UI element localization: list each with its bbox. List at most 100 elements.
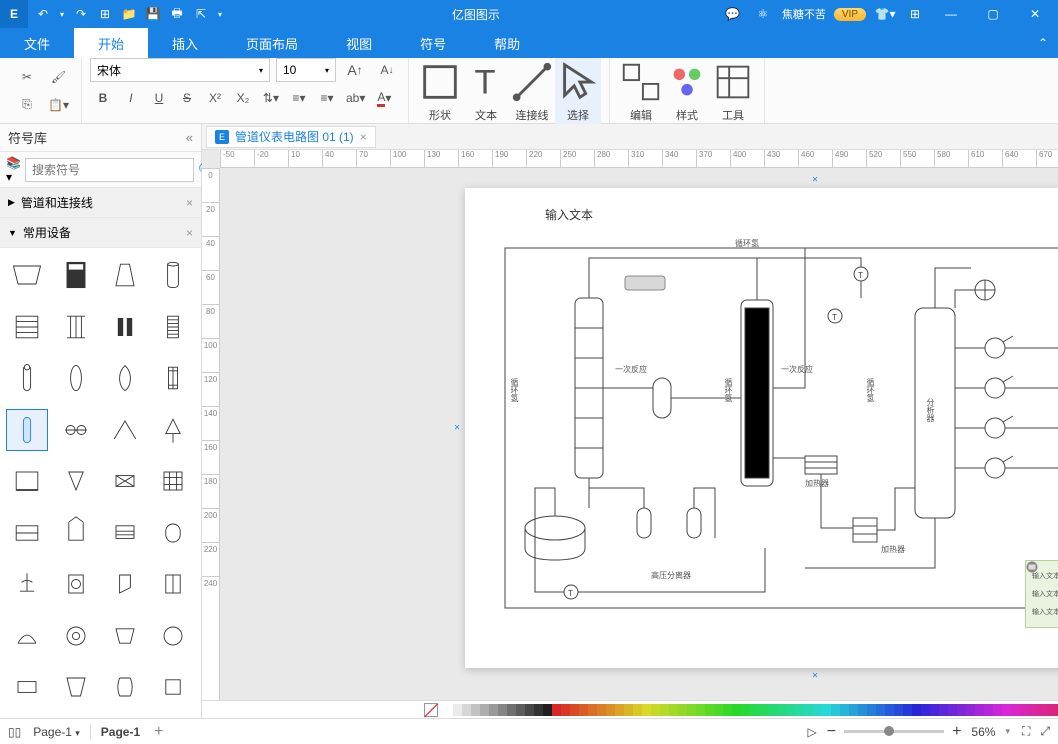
color-swatch[interactable] bbox=[453, 704, 462, 716]
decrease-font-button[interactable]: A↓ bbox=[374, 58, 400, 82]
color-swatch[interactable] bbox=[471, 704, 480, 716]
symbol-item[interactable] bbox=[55, 512, 97, 554]
tab-symbol[interactable]: 符号 bbox=[396, 28, 470, 58]
color-swatch[interactable] bbox=[570, 704, 579, 716]
symbol-item[interactable] bbox=[6, 357, 48, 399]
undo-button[interactable]: ↶ bbox=[32, 3, 54, 25]
symbol-item[interactable] bbox=[152, 666, 194, 708]
color-swatch[interactable] bbox=[1011, 704, 1020, 716]
color-swatch[interactable] bbox=[579, 704, 588, 716]
close-category-icon[interactable]: × bbox=[186, 196, 193, 210]
color-swatch[interactable] bbox=[768, 704, 777, 716]
color-swatch[interactable] bbox=[939, 704, 948, 716]
color-swatch[interactable] bbox=[849, 704, 858, 716]
font-family-select[interactable]: 宋体▾ bbox=[90, 58, 270, 82]
tab-view[interactable]: 视图 bbox=[322, 28, 396, 58]
symbol-item[interactable] bbox=[104, 460, 146, 502]
tab-page-layout[interactable]: 页面布局 bbox=[222, 28, 322, 58]
color-swatch[interactable] bbox=[894, 704, 903, 716]
color-swatch[interactable] bbox=[822, 704, 831, 716]
color-swatch[interactable] bbox=[813, 704, 822, 716]
print-button[interactable]: 🖶 bbox=[166, 3, 188, 25]
close-tab-icon[interactable]: × bbox=[360, 130, 367, 144]
symbol-item[interactable] bbox=[152, 306, 194, 348]
symbol-item[interactable] bbox=[152, 409, 194, 451]
zoom-slider[interactable] bbox=[844, 730, 944, 733]
color-swatch[interactable] bbox=[840, 704, 849, 716]
save-button[interactable]: 💾 bbox=[142, 3, 164, 25]
symbol-item[interactable] bbox=[104, 357, 146, 399]
undo-dropdown[interactable]: ▾ bbox=[56, 3, 68, 25]
color-swatch[interactable] bbox=[1038, 704, 1047, 716]
subscript-button[interactable]: X₂ bbox=[230, 86, 256, 110]
color-swatch[interactable] bbox=[534, 704, 543, 716]
bold-button[interactable]: B bbox=[90, 86, 116, 110]
color-swatch[interactable] bbox=[480, 704, 489, 716]
format-painter-button[interactable]: 🖌 bbox=[44, 65, 73, 89]
text-tool[interactable]: T 文本 bbox=[463, 55, 509, 127]
color-swatch[interactable] bbox=[462, 704, 471, 716]
color-swatch[interactable] bbox=[795, 704, 804, 716]
symbol-item[interactable] bbox=[104, 666, 146, 708]
export-dropdown[interactable]: ▾ bbox=[214, 3, 226, 25]
symbol-item[interactable] bbox=[104, 306, 146, 348]
color-swatch[interactable] bbox=[624, 704, 633, 716]
theme-icon[interactable]: 👕▾ bbox=[874, 3, 896, 25]
color-swatch[interactable] bbox=[687, 704, 696, 716]
page-current[interactable]: Page-1 bbox=[101, 725, 140, 739]
line-spacing-button[interactable]: ⇅▾ bbox=[258, 86, 284, 110]
symbol-item[interactable] bbox=[55, 563, 97, 605]
symbol-item[interactable] bbox=[152, 357, 194, 399]
color-swatch[interactable] bbox=[732, 704, 741, 716]
font-size-select[interactable]: 10▾ bbox=[276, 58, 336, 82]
add-page-button[interactable]: + bbox=[154, 723, 163, 741]
symbol-item[interactable] bbox=[6, 666, 48, 708]
close-button[interactable]: ✕ bbox=[1018, 0, 1052, 28]
tab-insert[interactable]: 插入 bbox=[148, 28, 222, 58]
symbol-item[interactable] bbox=[152, 615, 194, 657]
bullet-list-button[interactable]: ≡▾ bbox=[286, 86, 312, 110]
share-icon[interactable]: ⚛ bbox=[752, 3, 774, 25]
symbol-item[interactable] bbox=[104, 254, 146, 296]
symbol-item[interactable] bbox=[6, 563, 48, 605]
tab-help[interactable]: 帮助 bbox=[470, 28, 544, 58]
color-swatch[interactable] bbox=[867, 704, 876, 716]
color-swatch[interactable] bbox=[993, 704, 1002, 716]
color-swatch[interactable] bbox=[966, 704, 975, 716]
symbol-item[interactable] bbox=[152, 254, 194, 296]
symbol-item-selected[interactable] bbox=[6, 409, 48, 451]
color-swatch[interactable] bbox=[957, 704, 966, 716]
symbol-item[interactable] bbox=[6, 254, 48, 296]
superscript-button[interactable]: X² bbox=[202, 86, 228, 110]
new-button[interactable]: ⊞ bbox=[94, 3, 116, 25]
collapse-ribbon-icon[interactable]: ⌃ bbox=[1038, 36, 1048, 50]
highlight-button[interactable]: ab▾ bbox=[342, 86, 369, 110]
search-input[interactable] bbox=[25, 158, 194, 182]
feedback-icon[interactable]: 💬 bbox=[722, 3, 744, 25]
color-swatch[interactable] bbox=[1029, 704, 1038, 716]
style-button[interactable]: 样式 bbox=[664, 55, 710, 127]
tools-button[interactable]: 工具 bbox=[710, 55, 756, 127]
color-swatch[interactable] bbox=[777, 704, 786, 716]
underline-button[interactable]: U bbox=[146, 86, 172, 110]
edit-group-button[interactable]: 编辑 bbox=[618, 55, 664, 127]
canvas-viewport[interactable]: × × × × 输入文本 bbox=[220, 168, 1058, 700]
symbol-item[interactable] bbox=[55, 254, 97, 296]
color-swatch[interactable] bbox=[660, 704, 669, 716]
color-swatch[interactable] bbox=[669, 704, 678, 716]
color-swatch[interactable] bbox=[975, 704, 984, 716]
symbol-item[interactable] bbox=[6, 306, 48, 348]
color-swatch[interactable] bbox=[948, 704, 957, 716]
symbol-item[interactable] bbox=[104, 563, 146, 605]
zoom-out-button[interactable]: − bbox=[827, 723, 836, 741]
color-swatch[interactable] bbox=[714, 704, 723, 716]
color-swatch[interactable] bbox=[552, 704, 561, 716]
category-pipe[interactable]: ▶管道和连接线 × bbox=[0, 188, 201, 218]
maximize-button[interactable]: ▢ bbox=[976, 0, 1010, 28]
color-swatch[interactable] bbox=[498, 704, 507, 716]
color-swatch[interactable] bbox=[606, 704, 615, 716]
color-swatch[interactable] bbox=[507, 704, 516, 716]
color-swatch[interactable] bbox=[930, 704, 939, 716]
color-swatch[interactable] bbox=[489, 704, 498, 716]
zoom-in-button[interactable]: + bbox=[952, 723, 961, 741]
